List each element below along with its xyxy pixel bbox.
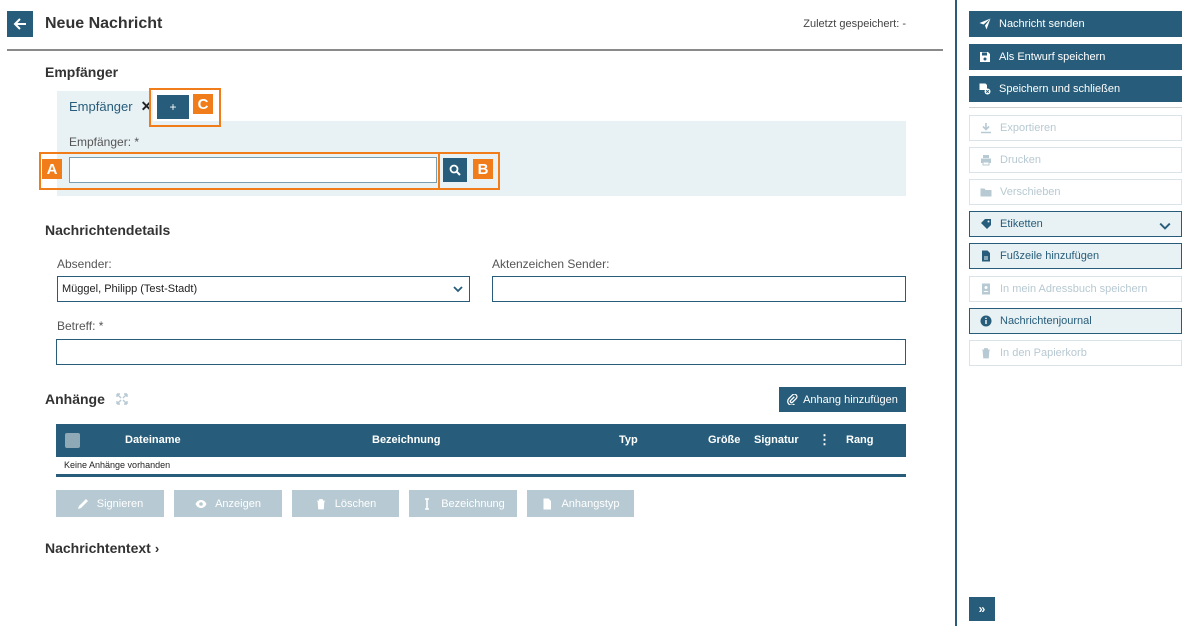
table-footer-line [56, 474, 906, 477]
arrow-left-icon [13, 18, 26, 30]
message-journal-label: Nachrichtenjournal [1000, 315, 1092, 327]
save-close-icon [979, 83, 991, 95]
annotation-c-badge: C [193, 94, 213, 114]
paper-plane-icon [979, 18, 991, 30]
annotation-a-badge: A [42, 159, 62, 179]
message-text-toggle[interactable]: Nachrichtentext › [45, 540, 159, 556]
pen-icon [77, 498, 88, 509]
message-text-label: Nachrichtentext [45, 540, 151, 556]
column-header[interactable]: Dateiname [125, 434, 181, 446]
sign-button-label: Signieren [96, 497, 144, 510]
attachment-type-label: Anhangstyp [561, 497, 620, 510]
recipient-tab-label: Empfänger [69, 98, 133, 114]
sender-select[interactable]: Müggel, Philipp (Test-Stadt) [57, 276, 470, 302]
rename-button[interactable]: Bezeichnung [409, 490, 517, 517]
save-draft-label: Als Entwurf speichern [999, 51, 1106, 63]
address-book-icon [982, 283, 990, 295]
subject-label: Betreff: * [57, 319, 104, 333]
chevron-down-icon [1159, 222, 1171, 230]
sender-label: Absender: [57, 257, 112, 271]
recipients-section-title: Empfänger [45, 64, 119, 80]
main-content: Neue Nachricht Zuletzt gespeichert: - Em… [0, 0, 955, 626]
send-message-label: Nachricht senden [999, 18, 1085, 30]
info-icon [980, 315, 992, 327]
annotation-b-badge: B [473, 159, 493, 179]
trash-icon [316, 498, 325, 509]
select-all-checkbox[interactable] [65, 433, 80, 448]
addressbook-label: In mein Adressbuch speichern [1000, 283, 1148, 295]
move-label: Verschieben [1000, 186, 1061, 198]
export-button[interactable]: Exportieren [969, 115, 1182, 141]
attachment-type-button[interactable]: Anhangstyp [527, 490, 634, 517]
attachments-section-title: Anhänge [45, 391, 105, 407]
save-close-button[interactable]: Speichern und schließen [969, 76, 1182, 102]
saved-status: Zuletzt gespeichert: - [803, 18, 906, 30]
column-header[interactable]: Signatur [754, 434, 799, 446]
printer-icon [981, 155, 991, 166]
column-header[interactable]: Größe [708, 434, 740, 446]
print-button[interactable]: Drucken [969, 147, 1182, 173]
download-icon [981, 123, 991, 134]
attachments-table-header: Dateiname Bezeichnung Typ Größe Signatur… [56, 424, 906, 457]
chevron-right-icon: › [154, 541, 160, 556]
reference-input[interactable] [492, 276, 906, 302]
trash-label: In den Papierkorb [1000, 347, 1087, 359]
recipient-field-label: Empfänger: * [69, 135, 140, 149]
tag-icon [981, 219, 991, 229]
trash-button[interactable]: In den Papierkorb [969, 340, 1182, 366]
column-header[interactable]: Bezeichnung [372, 434, 440, 446]
sign-button[interactable]: Signieren [56, 490, 164, 517]
text-cursor-icon [425, 497, 430, 510]
view-button[interactable]: Anzeigen [174, 490, 282, 517]
save-draft-button[interactable]: Als Entwurf speichern [969, 44, 1182, 70]
floppy-disk-icon [980, 52, 990, 62]
add-attachment-button[interactable]: Anhang hinzufügen [779, 387, 906, 412]
sender-value: Müggel, Philipp (Test-Stadt) [62, 283, 198, 295]
send-message-button[interactable]: Nachricht senden [969, 11, 1182, 37]
add-attachment-label: Anhang hinzufügen [803, 393, 898, 406]
delete-button-label: Löschen [334, 497, 377, 510]
recipient-tab[interactable]: Empfänger ✕ [57, 91, 153, 121]
addressbook-button[interactable]: In mein Adressbuch speichern [969, 276, 1182, 302]
message-journal-button[interactable]: Nachrichtenjournal [969, 308, 1182, 334]
chevron-down-icon [453, 286, 463, 293]
column-header[interactable]: Rang [846, 434, 874, 446]
column-header[interactable]: Typ [619, 434, 638, 446]
add-footer-label: Fußzeile hinzufügen [1000, 250, 1100, 262]
sidebar-divider [955, 0, 957, 626]
folder-icon [980, 188, 992, 197]
trash-icon [982, 348, 990, 359]
reference-label: Aktenzeichen Sender: [492, 257, 610, 271]
header-divider [7, 49, 943, 51]
labels-dropdown[interactable]: Etiketten [969, 211, 1182, 237]
eye-icon [195, 499, 207, 508]
rename-button-label: Bezeichnung [441, 497, 505, 510]
save-close-label: Speichern und schließen [999, 83, 1121, 95]
labels-label: Etiketten [1000, 218, 1043, 230]
add-footer-button[interactable]: Fußzeile hinzufügen [969, 243, 1182, 269]
collapse-sidebar-button[interactable]: » [969, 597, 995, 621]
print-label: Drucken [1000, 154, 1041, 166]
empty-row-text: Keine Anhänge vorhanden [64, 460, 171, 470]
expand-icon[interactable] [116, 393, 128, 405]
back-button[interactable] [7, 11, 33, 37]
move-button[interactable]: Verschieben [969, 179, 1182, 205]
file-icon [543, 498, 552, 509]
paperclip-icon [787, 394, 798, 405]
annotation-a-frame [39, 152, 440, 190]
export-label: Exportieren [1000, 122, 1057, 134]
delete-button[interactable]: Löschen [292, 490, 399, 517]
kebab-menu-icon[interactable]: ⋮ [818, 432, 831, 448]
document-icon [982, 250, 990, 262]
subject-input[interactable] [56, 339, 906, 365]
details-section-title: Nachrichtendetails [45, 222, 171, 238]
page-title: Neue Nachricht [45, 15, 163, 32]
sidebar-separator [969, 107, 1182, 108]
view-button-label: Anzeigen [215, 497, 261, 510]
